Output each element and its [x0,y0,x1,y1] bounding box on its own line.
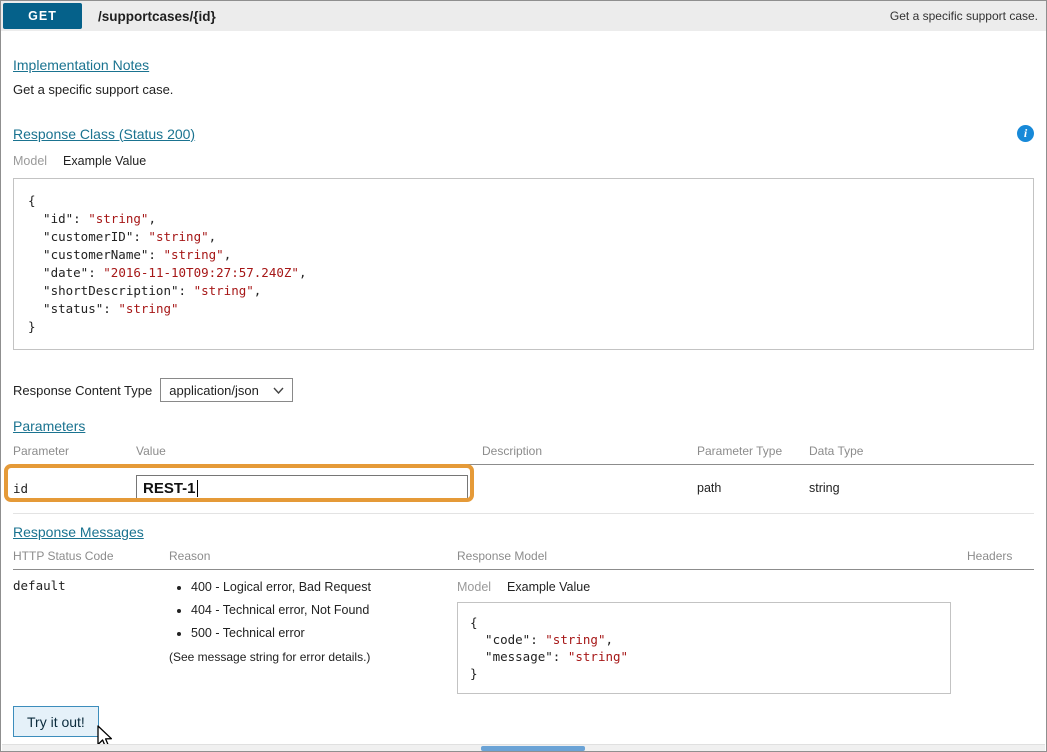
json-open-brace: { [28,193,36,208]
try-it-out-button[interactable]: Try it out! [13,706,99,737]
json-line: "code": "string", [470,631,938,648]
error-example-json: { "code": "string", "message": "string" … [457,602,951,694]
col-headers: Headers [967,547,1034,570]
rm-reason-cell: 400 - Logical error, Bad Request 404 - T… [169,570,457,695]
col-parameter: Parameter [13,442,136,465]
operation-header[interactable]: GET /supportcases/{id} Get a specific su… [1,1,1046,31]
reason-item: 404 - Technical error, Not Found [191,603,451,617]
col-value: Value [136,442,482,465]
json-line: "message": "string" [470,648,938,665]
response-class-link[interactable]: Response Class (Status 200) [13,126,195,142]
reason-item: 400 - Logical error, Bad Request [191,580,451,594]
chevron-down-icon [273,387,284,394]
col-reason: Reason [169,547,457,570]
horizontal-scrollbar[interactable] [2,744,1045,751]
param-description [482,465,697,514]
rm-response-model-cell: Model Example Value { "code": "string", … [457,570,967,695]
json-close-brace: } [28,319,36,334]
response-messages-table: HTTP Status Code Reason Response Model H… [13,547,1034,694]
tab-example-value[interactable]: Example Value [507,580,590,594]
parameters-link[interactable]: Parameters [13,418,85,434]
implementation-notes-link[interactable]: Implementation Notes [13,57,149,73]
param-id-input[interactable]: REST-1 [136,475,468,501]
http-method-badge[interactable]: GET [3,3,82,29]
response-class-tabs: Model Example Value [13,154,1034,168]
parameters-table-wrap: Parameter Value Description Parameter Ty… [13,442,1034,514]
implementation-notes-text: Get a specific support case. [13,82,1034,97]
rm-headers-cell [967,570,1034,695]
json-line: "id": "string", [28,210,1019,228]
scrollbar-thumb[interactable] [481,746,585,751]
tab-example-value[interactable]: Example Value [63,154,146,168]
parameters-header-row: Parameter Value Description Parameter Ty… [13,442,1034,465]
param-id-input-value: REST-1 [143,480,196,497]
try-it-out-wrap: Try it out! [13,706,99,737]
response-content-type-label: Response Content Type [13,383,152,398]
tab-model[interactable]: Model [457,580,491,594]
json-line: "customerName": "string", [28,246,1019,264]
response-model-tabs: Model Example Value [457,580,961,594]
col-data-type: Data Type [809,442,1034,465]
json-open-brace: { [470,615,478,630]
parameters-table: Parameter Value Description Parameter Ty… [13,442,1034,514]
rm-status-code: default [13,570,169,695]
operation-summary: Get a specific support case. [890,9,1046,23]
col-http-status-code: HTTP Status Code [13,547,169,570]
col-parameter-type: Parameter Type [697,442,809,465]
reason-note: (See message string for error details.) [169,650,451,664]
operation-path[interactable]: /supportcases/{id} [98,9,216,24]
json-line: "date": "2016-11-10T09:27:57.240Z", [28,264,1019,282]
param-data-type: string [809,465,1034,514]
parameter-row: id REST-1 path string [13,465,1034,514]
response-content-type-select[interactable]: application/json [160,378,293,402]
response-messages-header-row: HTTP Status Code Reason Response Model H… [13,547,1034,570]
info-icon[interactable]: i [1017,125,1034,142]
col-response-model: Response Model [457,547,967,570]
reason-list: 400 - Logical error, Bad Request 404 - T… [169,580,451,640]
response-message-row: default 400 - Logical error, Bad Request… [13,570,1034,695]
param-name: id [13,465,136,514]
selected-content-type: application/json [169,383,259,398]
text-caret [197,480,199,497]
param-type: path [697,465,809,514]
json-line: "customerID": "string", [28,228,1019,246]
response-example-json: { "id": "string", "customerID": "string"… [13,178,1034,350]
tab-model[interactable]: Model [13,154,47,168]
reason-item: 500 - Technical error [191,626,451,640]
json-line: "shortDescription": "string", [28,282,1019,300]
response-class-row: Response Class (Status 200) i [13,125,1034,142]
json-close-brace: } [470,666,478,681]
col-description: Description [482,442,697,465]
operation-body: Implementation Notes Get a specific supp… [1,31,1046,737]
swagger-operation-panel: GET /supportcases/{id} Get a specific su… [0,0,1047,752]
json-line: "status": "string" [28,300,1019,318]
response-content-type-row: Response Content Type application/json [13,378,1034,402]
response-messages-link[interactable]: Response Messages [13,524,144,540]
